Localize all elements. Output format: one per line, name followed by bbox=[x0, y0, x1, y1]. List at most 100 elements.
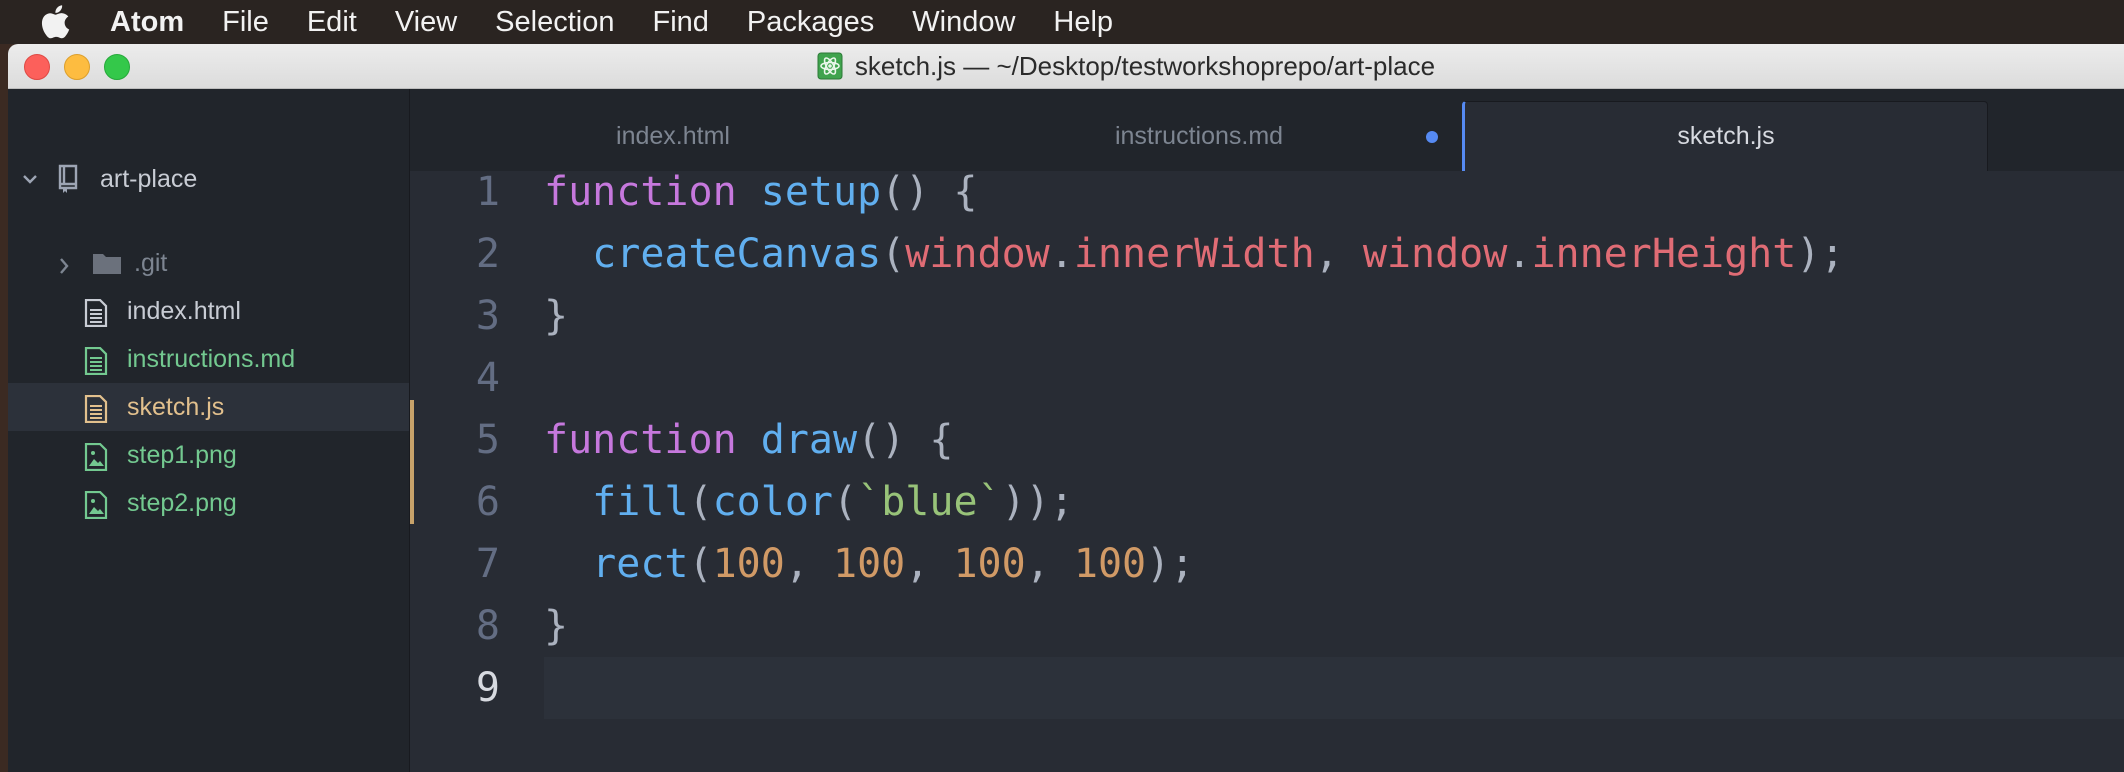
code-token: window bbox=[905, 231, 1050, 277]
code-token: 100 bbox=[833, 541, 906, 587]
tree-item-label: step2.png bbox=[127, 489, 237, 517]
tree-item-instructions-md[interactable]: instructions.md bbox=[8, 335, 409, 383]
repo-icon bbox=[56, 164, 82, 194]
menu-selection[interactable]: Selection bbox=[495, 6, 614, 39]
code-line[interactable]: } bbox=[544, 285, 568, 347]
tree-item-label: index.html bbox=[127, 297, 241, 325]
project-root-name: art-place bbox=[100, 164, 198, 193]
code-token: innerHeight bbox=[1531, 231, 1797, 277]
window-title-text: sketch.js — ~/Desktop/testworkshoprepo/a… bbox=[854, 50, 1436, 81]
tab-label: sketch.js bbox=[1677, 122, 1775, 150]
code-token: 100 bbox=[712, 541, 785, 587]
code-token: } bbox=[544, 293, 569, 339]
folder-icon bbox=[92, 251, 122, 282]
tab-label: index.html bbox=[616, 121, 730, 150]
tree-item-step2-png[interactable]: step2.png bbox=[8, 479, 409, 527]
code-token: . bbox=[1507, 231, 1532, 277]
code-token: window bbox=[1362, 231, 1508, 277]
code-token: draw bbox=[760, 417, 858, 463]
line-number: 2 bbox=[475, 231, 500, 277]
code-token: `blue` bbox=[857, 479, 1002, 525]
window-title: sketch.js — ~/Desktop/testworkshoprepo/a… bbox=[8, 44, 2124, 88]
file-text-icon bbox=[84, 346, 108, 382]
tab-bar: index.html instructions.md sketch.js bbox=[410, 89, 2124, 171]
code-token: 100 bbox=[1073, 541, 1147, 587]
line-number: 9 bbox=[475, 665, 500, 711]
menu-view[interactable]: View bbox=[395, 6, 457, 39]
code-token: innerWidth bbox=[1073, 231, 1315, 277]
atom-window: sketch.js — ~/Desktop/testworkshoprepo/a… bbox=[8, 44, 2124, 772]
chevron-right-icon[interactable] bbox=[58, 253, 70, 282]
code-token: , bbox=[905, 541, 954, 587]
menu-find[interactable]: Find bbox=[652, 6, 708, 39]
code-token: () { bbox=[857, 417, 954, 463]
code-token: , bbox=[784, 541, 834, 587]
line-number: 3 bbox=[475, 293, 500, 339]
tree-item-step1-png[interactable]: step1.png bbox=[8, 431, 409, 479]
file-image-icon bbox=[84, 490, 108, 526]
modified-dot-icon bbox=[1426, 131, 1438, 143]
tree-item-label: instructions.md bbox=[127, 345, 296, 373]
code-token: . bbox=[1049, 231, 1074, 277]
code-token: () { bbox=[881, 169, 978, 215]
line-number: 8 bbox=[475, 603, 500, 649]
line-number: 1 bbox=[475, 169, 500, 215]
code-line[interactable]: createCanvas(window.innerWidth, window.i… bbox=[544, 223, 1845, 285]
code-token: function bbox=[544, 417, 737, 463]
file-type-icon bbox=[817, 52, 843, 80]
chevron-down-icon[interactable] bbox=[22, 173, 44, 185]
tree-item-label: .git bbox=[134, 249, 168, 277]
tree-item-git[interactable]: .git bbox=[8, 239, 409, 287]
line-number: 7 bbox=[475, 541, 500, 587]
menu-atom[interactable]: Atom bbox=[110, 6, 184, 39]
code-line[interactable]: function draw() { bbox=[544, 409, 953, 471]
menu-edit[interactable]: Edit bbox=[307, 6, 357, 39]
code-token: , bbox=[1025, 541, 1074, 587]
code-token: ); bbox=[1796, 231, 1845, 277]
tree-item-sketch-js[interactable]: sketch.js bbox=[8, 383, 409, 431]
code-token: rect bbox=[592, 541, 689, 587]
code-line[interactable]: rect(100, 100, 100, 100); bbox=[544, 533, 1194, 595]
code-editor[interactable]: 1 2 3 4 5 6 7 8 9 function setup() { createCanvas… bbox=[410, 169, 2124, 772]
tree-item-index-html[interactable]: index.html bbox=[8, 287, 409, 335]
file-image-icon bbox=[84, 442, 108, 478]
code-token: , bbox=[1314, 231, 1363, 277]
menu-window[interactable]: Window bbox=[912, 6, 1015, 39]
tab-instructions-md[interactable]: instructions.md bbox=[936, 101, 1462, 171]
code-token: setup bbox=[760, 169, 882, 215]
code-line[interactable]: fill(color(`blue`)); bbox=[544, 471, 1074, 533]
code-token: fill bbox=[592, 479, 689, 525]
code-token: ( bbox=[688, 479, 713, 525]
code-token: ); bbox=[1146, 541, 1195, 587]
line-number: 4 bbox=[475, 355, 500, 401]
file-text-icon bbox=[84, 298, 108, 334]
code-line[interactable]: } bbox=[544, 595, 568, 657]
apple-icon[interactable] bbox=[40, 5, 70, 39]
menu-file[interactable]: File bbox=[222, 6, 269, 39]
code-token: function bbox=[544, 169, 737, 215]
cursor-line-highlight bbox=[544, 657, 2124, 719]
project-root[interactable]: art-place bbox=[8, 159, 409, 199]
menu-help[interactable]: Help bbox=[1053, 6, 1113, 39]
tab-sketch-js[interactable]: sketch.js bbox=[1462, 101, 1988, 171]
title-bar[interactable]: sketch.js — ~/Desktop/testworkshoprepo/a… bbox=[8, 44, 2124, 89]
line-number: 6 bbox=[475, 479, 500, 525]
file-text-icon bbox=[84, 394, 108, 430]
tab-label: instructions.md bbox=[1114, 121, 1284, 150]
code-line[interactable]: function setup() { bbox=[544, 161, 978, 223]
code-token: } bbox=[544, 603, 569, 649]
tree-view: art-place .git index.html instructions.md s… bbox=[8, 89, 410, 772]
code-token: createCanvas bbox=[592, 231, 882, 277]
menu-bar: Atom File Edit View Selection Find Packa… bbox=[0, 0, 2124, 44]
code-token: color bbox=[712, 479, 834, 525]
code-token: ( bbox=[881, 231, 906, 277]
menu-packages[interactable]: Packages bbox=[747, 6, 874, 39]
tree-item-label: step1.png bbox=[127, 441, 237, 469]
tree-item-label: sketch.js bbox=[127, 393, 225, 421]
code-token: )); bbox=[1001, 479, 1074, 525]
